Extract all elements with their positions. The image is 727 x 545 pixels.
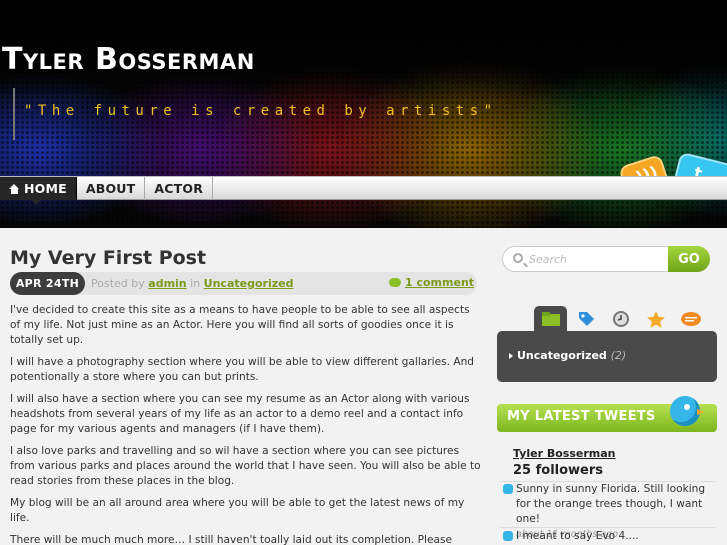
speech-bubble-icon (680, 312, 701, 326)
tab-archives[interactable] (604, 306, 637, 332)
post-paragraph: I will have a photography section where … (10, 356, 475, 383)
post-title[interactable]: My Very First Post (10, 247, 206, 269)
category-link[interactable]: Uncategorized (204, 277, 294, 290)
site-tagline: "The future is created by artists" (24, 103, 498, 119)
post-body: I've decided to create this site as a me… (10, 303, 482, 545)
nav-item-about[interactable]: ABOUT (77, 177, 146, 200)
nav-label: HOME (24, 181, 67, 196)
author-link[interactable]: admin (148, 277, 186, 290)
search-icon (513, 253, 523, 263)
tab-tags[interactable] (569, 306, 602, 332)
home-icon (9, 183, 20, 194)
search-go-button[interactable]: GO (668, 246, 710, 272)
tweet-item: I meant to say Evo 4.... (500, 529, 710, 544)
tagline-divider (13, 88, 15, 140)
tweet-text: I meant to say Evo 4.... (516, 530, 639, 542)
sidebar-tabs (534, 306, 709, 332)
twitter-followers-count: 25 followers (513, 463, 604, 478)
twitter-small-icon (503, 484, 513, 494)
tab-categories[interactable] (534, 306, 567, 332)
folder-icon (541, 312, 560, 326)
comments-link[interactable]: 1 comment (389, 276, 474, 289)
post-paragraph: I will also have a section where you can… (10, 393, 470, 435)
category-item[interactable]: Uncategorized (2) (509, 349, 626, 362)
twitter-bird-icon (670, 396, 700, 426)
nav-label: ABOUT (85, 181, 136, 196)
post-paragraph: My blog will be an all around area where… (10, 497, 465, 524)
post-date: APR 24TH (10, 272, 85, 295)
post-paragraph: I've decided to create this site as a me… (10, 304, 470, 346)
chevron-right-icon (509, 353, 513, 359)
post-meta: Posted by admin in Uncategorized (91, 277, 294, 290)
nav-active-indicator (31, 200, 41, 205)
comment-bubble-icon (389, 278, 401, 287)
tab-popular[interactable] (639, 306, 672, 332)
search-input[interactable] (529, 251, 664, 268)
post-paragraph: There will be much much more… I still ha… (10, 534, 453, 545)
star-icon (646, 310, 665, 328)
tag-icon (578, 312, 594, 326)
tweets-widget-title: MY LATEST TWEETS (507, 409, 656, 424)
clock-icon (612, 311, 629, 327)
site-title[interactable]: Tyler Bosserman (2, 42, 255, 77)
nav-item-home[interactable]: HOME (0, 177, 77, 200)
divider (500, 527, 715, 528)
tab-comments[interactable] (674, 306, 707, 332)
tweet-text: Sunny in sunny Florida. Still looking fo… (516, 483, 706, 525)
post-paragraph: I also love parks and travelling and so … (10, 445, 481, 487)
twitter-user-link[interactable]: Tyler Bosserman (513, 447, 616, 460)
nav-item-actor[interactable]: ACTOR (145, 177, 214, 200)
twitter-small-icon (503, 531, 513, 541)
nav-label: ACTOR (154, 181, 204, 196)
main-nav: HOME ABOUT ACTOR (0, 176, 727, 200)
